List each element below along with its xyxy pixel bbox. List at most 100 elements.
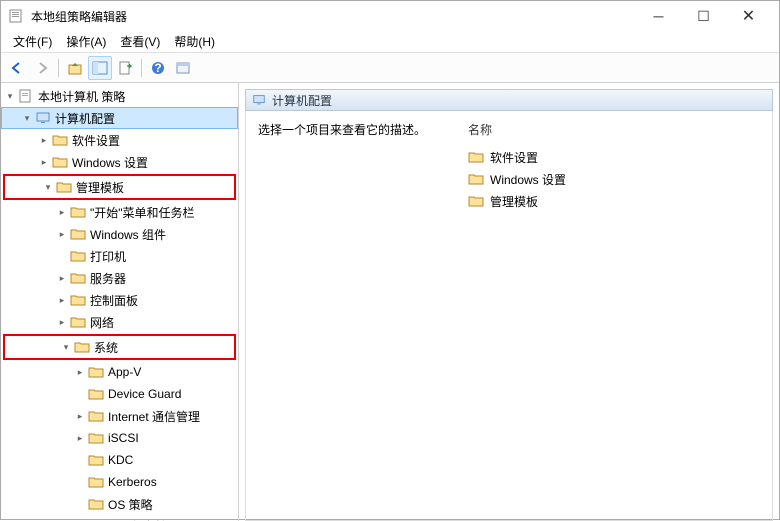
- tree-node-label: Windows 组件: [90, 226, 166, 243]
- export-list-button[interactable]: [113, 56, 137, 80]
- folder-icon: [74, 339, 90, 355]
- chevron-down-icon[interactable]: ▾: [59, 340, 73, 354]
- list-item[interactable]: 软件设置: [468, 146, 760, 168]
- toolbar-separator: [58, 59, 59, 77]
- tree-node-computer-configuration[interactable]: ▾ 计算机配置: [1, 107, 238, 129]
- menu-view[interactable]: 查看(V): [114, 31, 166, 52]
- toolbar-separator: [141, 59, 142, 77]
- chevron-right-icon[interactable]: ▸: [55, 293, 69, 307]
- tree-node-start-menu-taskbar[interactable]: ▸ "开始"菜单和任务栏: [1, 201, 238, 223]
- tree-node-root[interactable]: ▾ 本地计算机 策略: [1, 85, 238, 107]
- tree-node-pin-complexity[interactable]: ▸ PIN 复杂性: [1, 515, 238, 521]
- chevron-right-icon[interactable]: ▸: [55, 315, 69, 329]
- folder-icon: [70, 292, 86, 308]
- folder-icon: [88, 430, 104, 446]
- menu-file[interactable]: 文件(F): [7, 31, 58, 52]
- folder-icon: [88, 408, 104, 424]
- list-item[interactable]: Windows 设置: [468, 168, 760, 190]
- detail-body: 选择一个项目来查看它的描述。 名称 软件设置 Windows 设置 管理模板: [245, 111, 773, 521]
- help-button[interactable]: ?: [146, 56, 170, 80]
- column-header-name: 名称: [468, 121, 760, 138]
- chevron-right-icon[interactable]: ▸: [37, 155, 51, 169]
- folder-icon: [52, 132, 68, 148]
- minimize-button[interactable]: ─: [636, 1, 681, 31]
- chevron-right-icon[interactable]: ▸: [55, 271, 69, 285]
- list-item-label: 管理模板: [490, 193, 538, 210]
- tree-node-appv[interactable]: ▸ App-V: [1, 361, 238, 383]
- tree-node-server[interactable]: ▸ 服务器: [1, 267, 238, 289]
- back-button[interactable]: [5, 56, 29, 80]
- show-hide-tree-button[interactable]: [88, 56, 112, 80]
- tree-node-kdc[interactable]: ▸ KDC: [1, 449, 238, 471]
- tree-node-os-policy[interactable]: ▸ OS 策略: [1, 493, 238, 515]
- menu-bar: 文件(F) 操作(A) 查看(V) 帮助(H): [1, 31, 779, 53]
- tree-node-admin-templates[interactable]: ▾ 管理模板: [5, 176, 234, 198]
- tree-node-label: Windows 设置: [72, 154, 148, 171]
- tree-node-system[interactable]: ▾ 系统: [5, 336, 234, 358]
- computer-icon: [35, 110, 51, 126]
- detail-pane: 计算机配置 选择一个项目来查看它的描述。 名称 软件设置 Windows 设置 …: [239, 83, 779, 521]
- menu-action[interactable]: 操作(A): [60, 31, 112, 52]
- description-column: 选择一个项目来查看它的描述。: [258, 121, 438, 510]
- folder-icon: [88, 364, 104, 380]
- highlight-box-system: ▾ 系统: [3, 334, 236, 360]
- tree-node-label: 计算机配置: [55, 110, 115, 127]
- detail-header: 计算机配置: [245, 89, 773, 111]
- tree-node-label: 网络: [90, 314, 114, 331]
- tree-node-printers[interactable]: ▸ 打印机: [1, 245, 238, 267]
- tree-node-label: iSCSI: [108, 431, 139, 445]
- toolbar: ?: [1, 53, 779, 83]
- content-area: ▾ 本地计算机 策略 ▾ 计算机配置 ▸ 软件设置 ▸ Windows 设置 ▾…: [1, 83, 779, 521]
- app-icon: [9, 8, 25, 24]
- folder-icon: [468, 171, 484, 187]
- chevron-right-icon[interactable]: ▸: [73, 365, 87, 379]
- tree-node-label: Kerberos: [108, 475, 157, 489]
- up-button[interactable]: [63, 56, 87, 80]
- highlight-box-admin-templates: ▾ 管理模板: [3, 174, 236, 200]
- window-title: 本地组策略编辑器: [31, 8, 636, 25]
- tree-node-label: 软件设置: [72, 132, 120, 149]
- tree-node-device-guard[interactable]: ▸ Device Guard: [1, 383, 238, 405]
- tree-node-label: 打印机: [90, 248, 126, 265]
- tree-node-label: App-V: [108, 365, 141, 379]
- chevron-right-icon[interactable]: ▸: [73, 409, 87, 423]
- tree-node-network[interactable]: ▸ 网络: [1, 311, 238, 333]
- folder-icon: [88, 474, 104, 490]
- tree-pane[interactable]: ▾ 本地计算机 策略 ▾ 计算机配置 ▸ 软件设置 ▸ Windows 设置 ▾…: [1, 83, 239, 521]
- chevron-down-icon[interactable]: ▾: [41, 180, 55, 194]
- forward-button[interactable]: [30, 56, 54, 80]
- folder-icon: [70, 248, 86, 264]
- list-item[interactable]: 管理模板: [468, 190, 760, 212]
- menu-help[interactable]: 帮助(H): [168, 31, 221, 52]
- chevron-right-icon[interactable]: ▸: [55, 205, 69, 219]
- tree-node-control-panel[interactable]: ▸ 控制面板: [1, 289, 238, 311]
- tree-node-kerberos[interactable]: ▸ Kerberos: [1, 471, 238, 493]
- folder-icon: [468, 149, 484, 165]
- chevron-right-icon[interactable]: ▸: [37, 133, 51, 147]
- chevron-right-icon[interactable]: ▸: [73, 431, 87, 445]
- folder-icon: [468, 193, 484, 209]
- computer-icon: [252, 93, 266, 107]
- properties-button[interactable]: [171, 56, 195, 80]
- tree-node-iscsi[interactable]: ▸ iSCSI: [1, 427, 238, 449]
- tree-node-software-settings[interactable]: ▸ 软件设置: [1, 129, 238, 151]
- chevron-down-icon[interactable]: ▾: [3, 89, 17, 103]
- svg-text:?: ?: [154, 61, 161, 75]
- chevron-down-icon[interactable]: ▾: [20, 111, 34, 125]
- tree-node-label: 本地计算机 策略: [38, 88, 125, 105]
- tree-node-label: 控制面板: [90, 292, 138, 309]
- policy-icon: [18, 88, 34, 104]
- tree-node-windows-components[interactable]: ▸ Windows 组件: [1, 223, 238, 245]
- tree-node-label: "开始"菜单和任务栏: [90, 204, 195, 221]
- close-button[interactable]: ✕: [726, 1, 771, 31]
- title-bar: 本地组策略编辑器 ─ ☐ ✕: [1, 1, 779, 31]
- tree-node-internet-comm[interactable]: ▸ Internet 通信管理: [1, 405, 238, 427]
- maximize-button[interactable]: ☐: [681, 1, 726, 31]
- folder-icon: [70, 226, 86, 242]
- folder-icon: [70, 204, 86, 220]
- chevron-right-icon[interactable]: ▸: [55, 227, 69, 241]
- folder-icon: [70, 314, 86, 330]
- tree-node-windows-settings[interactable]: ▸ Windows 设置: [1, 151, 238, 173]
- tree-node-label: PIN 复杂性: [108, 518, 167, 521]
- folder-icon: [88, 386, 104, 402]
